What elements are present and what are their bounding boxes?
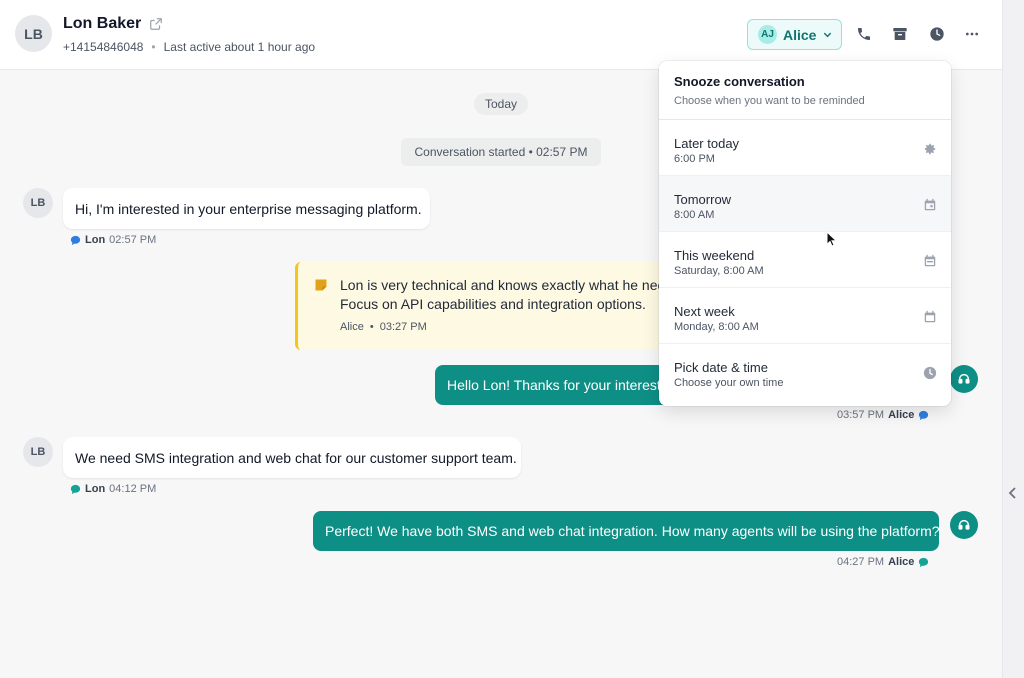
assignee-name: Alice: [783, 26, 817, 43]
outgoing-message: Perfect! We have both SMS and web chat i…: [313, 511, 939, 551]
snooze-option-time: 8:00 AM: [674, 209, 715, 221]
message-meta: 03:57 PM Alice: [837, 409, 929, 421]
snooze-option-time: Monday, 8:00 AM: [674, 321, 759, 333]
outgoing-message: Hello Lon! Thanks for your interest: [435, 365, 675, 405]
archive-icon[interactable]: [889, 23, 911, 45]
agent-badge: [950, 365, 978, 393]
message-sender: Alice: [888, 556, 915, 568]
gear-icon: [924, 143, 936, 155]
snooze-option-next-week[interactable]: Next week Monday, 8:00 AM: [659, 288, 951, 344]
chevron-left-icon[interactable]: [1006, 484, 1020, 502]
last-active: Last active about 1 hour ago: [163, 40, 316, 54]
message-time: 03:57 PM: [837, 409, 885, 421]
snooze-option-later-today[interactable]: Later today 6:00 PM: [659, 120, 951, 176]
snooze-option-label: Tomorrow: [674, 192, 732, 207]
calendar-icon: [924, 198, 936, 211]
contact-name-row: Lon Baker: [63, 15, 163, 33]
snooze-option-pick-date-time[interactable]: Pick date & time Choose your own time: [659, 344, 951, 400]
snooze-menu: Snooze conversation Choose when you want…: [659, 61, 951, 406]
contact-meta: +14154846048 • Last active about 1 hour …: [63, 40, 315, 54]
assignee-avatar: AJ: [758, 25, 777, 44]
message-meta: Lon 04:12 PM: [70, 483, 156, 495]
more-icon[interactable]: [961, 23, 983, 45]
conversation-started-label: Conversation started • 02:57 PM: [401, 138, 601, 166]
message-meta: Lon 02:57 PM: [70, 234, 156, 246]
snooze-option-label: Next week: [674, 304, 735, 319]
message-sender: Alice: [888, 409, 915, 421]
contact-avatar-small: LB: [23, 437, 53, 467]
snooze-option-label: This weekend: [674, 248, 755, 263]
incoming-message: We need SMS integration and web chat for…: [63, 437, 521, 478]
chat-channel-icon: [919, 410, 929, 420]
agent-badge: [950, 511, 978, 539]
snooze-option-time: 6:00 PM: [674, 153, 715, 165]
conversation-header: LB Lon Baker +14154846048 • Last active …: [0, 0, 1002, 70]
snooze-menu-title: Snooze conversation: [674, 74, 805, 89]
clock-icon[interactable]: [926, 23, 948, 45]
message-meta: 04:27 PM Alice: [837, 556, 929, 568]
meta-separator: •: [151, 40, 156, 54]
note-text-line-2: Focus on API capabilities and integratio…: [340, 296, 646, 312]
snooze-option-this-weekend[interactable]: This weekend Saturday, 8:00 AM: [659, 232, 951, 288]
incoming-message: Hi, I'm interested in your enterprise me…: [63, 188, 430, 229]
snooze-option-time: Saturday, 8:00 AM: [674, 265, 764, 277]
note-text-line-1: Lon is very technical and knows exactly …: [340, 277, 666, 293]
message-time: 04:12 PM: [109, 483, 157, 495]
contact-name[interactable]: Lon Baker: [63, 15, 141, 33]
calendar-icon: [924, 310, 936, 323]
note-time: 03:27 PM: [379, 321, 427, 333]
calendar-icon: [924, 254, 936, 267]
clock-icon: [923, 366, 937, 380]
snooze-menu-header: Snooze conversation Choose when you want…: [659, 61, 951, 120]
contact-phone[interactable]: +14154846048: [63, 40, 143, 54]
day-divider: Today: [474, 93, 528, 115]
snooze-option-time: Choose your own time: [674, 377, 784, 389]
phone-icon[interactable]: [853, 23, 875, 45]
message-time: 02:57 PM: [109, 234, 157, 246]
headset-icon: [958, 519, 970, 530]
snooze-menu-subtitle: Choose when you want to be reminded: [674, 95, 865, 107]
snooze-option-label: Pick date & time: [674, 360, 768, 375]
contact-avatar[interactable]: LB: [15, 15, 52, 52]
message-sender: Lon: [85, 483, 106, 495]
chat-channel-icon: [70, 484, 81, 494]
chat-channel-icon: [70, 235, 81, 245]
contact-avatar-small: LB: [23, 188, 53, 218]
chat-channel-icon: [919, 557, 929, 567]
sticky-note-icon: [315, 279, 327, 291]
assignee-dropdown[interactable]: AJ Alice: [747, 19, 842, 50]
snooze-option-tomorrow[interactable]: Tomorrow 8:00 AM: [659, 176, 951, 232]
snooze-option-label: Later today: [674, 136, 740, 151]
note-author: Alice: [340, 321, 364, 333]
headset-icon: [958, 373, 970, 384]
external-link-icon[interactable]: [149, 17, 163, 31]
internal-note: Lon is very technical and knows exactly …: [295, 262, 675, 350]
chevron-down-icon: [824, 32, 832, 38]
note-meta: Alice • 03:27 PM: [340, 321, 427, 333]
right-sidebar-rail: [1002, 0, 1024, 678]
note-separator: •: [369, 321, 374, 333]
mouse-cursor-icon: [826, 231, 838, 247]
message-sender: Lon: [85, 234, 106, 246]
message-time: 04:27 PM: [837, 556, 885, 568]
